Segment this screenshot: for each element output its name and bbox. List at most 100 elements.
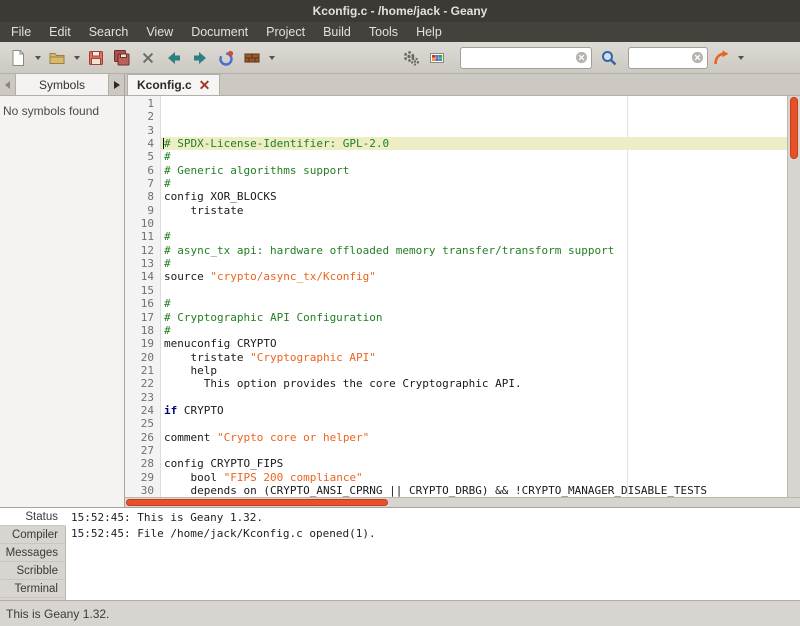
code-line[interactable]: # [161,297,787,310]
code-line[interactable]: tristate "Cryptographic API" [161,351,787,364]
build-button[interactable] [239,45,265,71]
titlebar[interactable]: Kconfig.c - /home/jack - Geany [0,0,800,22]
vertical-scrollbar[interactable] [787,96,800,497]
run-button[interactable] [398,45,424,71]
code-line[interactable]: # [161,324,787,337]
line-number[interactable]: 3 [125,124,154,137]
code-line[interactable]: config XOR_BLOCKS [161,190,787,203]
line-number[interactable]: 16 [125,297,154,310]
vertical-scrollbar-thumb[interactable] [790,97,798,159]
line-number[interactable]: 17 [125,311,154,324]
compile-button[interactable] [213,45,239,71]
line-number[interactable]: 28 [125,457,154,470]
code-line[interactable]: # [161,150,787,163]
line-number[interactable]: 23 [125,391,154,404]
open-file-dropdown[interactable] [70,45,83,71]
code-line[interactable]: bool "FIPS 200 compliance" [161,471,787,484]
line-number[interactable]: 1 [125,97,154,110]
panel-tab-terminal[interactable]: Terminal [0,580,65,598]
line-number[interactable]: 13 [125,257,154,270]
sidebar-tab-scroll-right[interactable] [109,74,124,95]
sidebar-tab-scroll-left[interactable] [0,74,15,95]
code-line[interactable]: help [161,364,787,377]
line-number[interactable]: 4 [125,137,154,150]
save-all-button[interactable] [109,45,135,71]
menu-item-view[interactable]: View [137,22,182,42]
code-line[interactable]: # SPDX-License-Identifier: GPL-2.0 [161,137,787,150]
navigate-back-button[interactable] [161,45,187,71]
code-line[interactable] [161,284,787,297]
code-line[interactable]: # Generic algorithms support [161,164,787,177]
menu-item-project[interactable]: Project [257,22,314,42]
menu-item-file[interactable]: File [2,22,40,42]
close-document-button[interactable] [135,45,161,71]
clear-goto-icon[interactable] [691,51,704,64]
line-number[interactable]: 26 [125,431,154,444]
navigate-forward-button[interactable] [187,45,213,71]
tab-close-icon[interactable]: ✕ [199,78,211,92]
code-line[interactable] [161,444,787,457]
find-button[interactable] [596,45,622,71]
open-file-button[interactable] [44,45,70,71]
menu-item-document[interactable]: Document [182,22,257,42]
code-line[interactable] [161,391,787,404]
line-number[interactable]: 14 [125,270,154,283]
code-line[interactable]: # async_tx api: hardware offloaded memor… [161,244,787,257]
new-file-dropdown[interactable] [31,45,44,71]
horizontal-scrollbar-thumb[interactable] [126,499,388,506]
jump-to-button[interactable] [708,45,734,71]
code-line[interactable]: # [161,177,787,190]
document-tab[interactable]: Kconfig.c ✕ [127,74,220,95]
line-number[interactable]: 19 [125,337,154,350]
line-number-gutter[interactable]: 1234567891011121314151617181920212223242… [125,96,161,497]
code-line[interactable]: tristate [161,204,787,217]
panel-tab-compiler[interactable]: Compiler [0,526,65,544]
menu-item-help[interactable]: Help [407,22,451,42]
line-number[interactable]: 24 [125,404,154,417]
build-dropdown[interactable] [265,45,278,71]
line-number[interactable]: 8 [125,190,154,203]
line-number[interactable]: 18 [125,324,154,337]
code-line[interactable]: if CRYPTO [161,404,787,417]
code-line[interactable]: # [161,257,787,270]
line-number[interactable]: 6 [125,164,154,177]
goto-line-input[interactable] [634,51,691,65]
panel-tab-status[interactable]: Status [0,508,66,526]
save-button[interactable] [83,45,109,71]
line-number[interactable]: 2 [125,110,154,123]
line-number[interactable]: 12 [125,244,154,257]
menu-item-edit[interactable]: Edit [40,22,80,42]
line-number[interactable]: 7 [125,177,154,190]
horizontal-scrollbar[interactable] [125,497,800,507]
line-number[interactable]: 25 [125,417,154,430]
clear-search-icon[interactable] [575,51,588,64]
code-line[interactable]: This option provides the core Cryptograp… [161,377,787,390]
panel-tab-scribble[interactable]: Scribble [0,562,65,580]
line-number[interactable]: 20 [125,351,154,364]
code-line[interactable]: comment "Crypto core or helper" [161,431,787,444]
code-line[interactable] [161,417,787,430]
menu-item-build[interactable]: Build [314,22,360,42]
sidebar-tab-symbols[interactable]: Symbols [15,74,109,95]
search-input[interactable] [466,51,575,65]
line-number[interactable]: 22 [125,377,154,390]
line-number[interactable]: 10 [125,217,154,230]
line-number[interactable]: 9 [125,204,154,217]
color-chooser-button[interactable] [424,45,450,71]
line-number[interactable]: 30 [125,484,154,497]
line-number[interactable]: 21 [125,364,154,377]
menu-item-search[interactable]: Search [80,22,138,42]
code-line[interactable]: menuconfig CRYPTO [161,337,787,350]
code-line[interactable]: depends on (CRYPTO_ANSI_CPRNG || CRYPTO_… [161,484,787,497]
line-number[interactable]: 15 [125,284,154,297]
new-file-button[interactable] [5,45,31,71]
code-line[interactable] [161,217,787,230]
more-tools-dropdown[interactable] [734,45,747,71]
code-line[interactable]: # Cryptographic API Configuration [161,311,787,324]
line-number[interactable]: 11 [125,230,154,243]
line-number[interactable]: 29 [125,471,154,484]
panel-tab-messages[interactable]: Messages [0,544,65,562]
code-line[interactable]: source "crypto/async_tx/Kconfig" [161,270,787,283]
code-line[interactable]: # [161,230,787,243]
line-number[interactable]: 27 [125,444,154,457]
